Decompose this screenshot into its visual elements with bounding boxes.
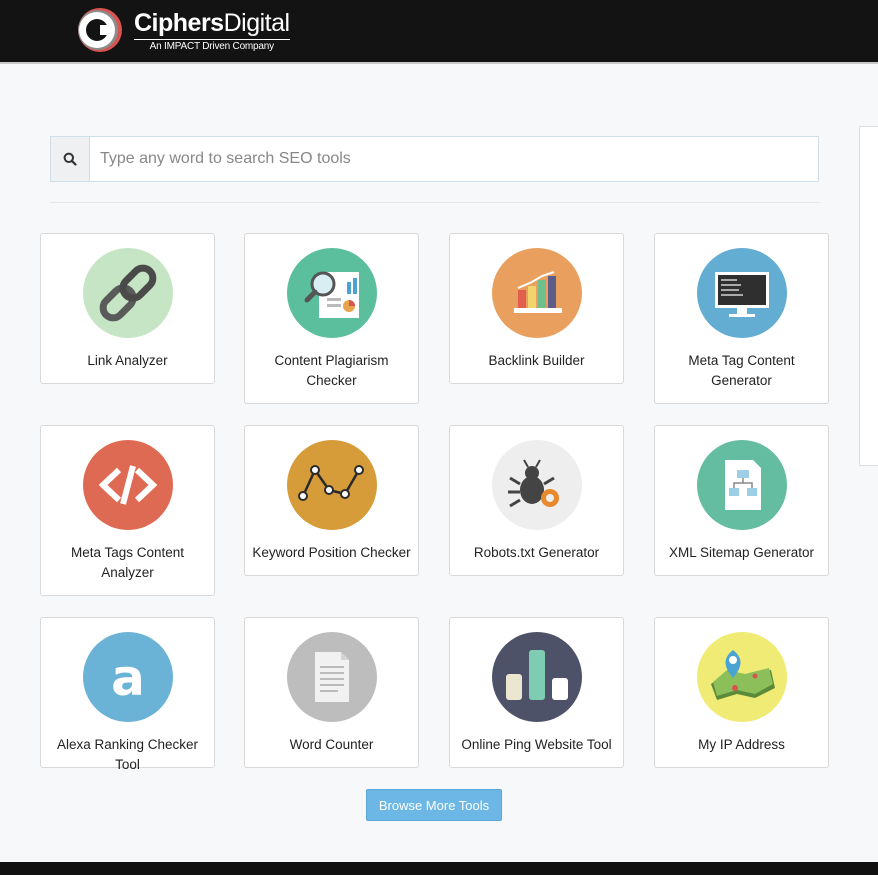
tool-card-xml-sitemap-generator[interactable]: XML Sitemap Generator xyxy=(654,425,829,576)
tool-search-bar xyxy=(50,136,819,182)
code-brackets-icon xyxy=(83,440,173,530)
tool-card-meta-tag-content-generator[interactable]: Meta Tag Content Generator xyxy=(654,233,829,404)
tool-label: Keyword Position Checker xyxy=(252,545,411,560)
tool-card-online-ping-website[interactable]: Online Ping Website Tool xyxy=(449,617,624,768)
tool-card-content-plagiarism-checker[interactable]: Content Plagiarism Checker xyxy=(244,233,419,404)
tool-label: My IP Address xyxy=(698,737,785,752)
tool-label: Robots.txt Generator xyxy=(473,545,600,560)
magnifier-report-icon xyxy=(287,248,377,338)
alexa-a-icon: a xyxy=(83,632,173,722)
side-panel xyxy=(859,126,878,466)
signal-bars-icon xyxy=(492,632,582,722)
tool-label: Content Plagiarism Checker xyxy=(274,353,389,388)
tool-card-word-counter[interactable]: Word Counter xyxy=(244,617,419,768)
tool-label: Link Analyzer xyxy=(87,353,168,368)
tool-card-my-ip-address[interactable]: My IP Address xyxy=(654,617,829,768)
sitemap-document-icon xyxy=(697,440,787,530)
map-pin-icon xyxy=(697,632,787,722)
tool-card-keyword-position-checker[interactable]: Keyword Position Checker xyxy=(244,425,419,576)
logo-mark-icon xyxy=(78,8,122,52)
divider xyxy=(50,202,820,203)
document-icon xyxy=(287,632,377,722)
monitor-code-icon xyxy=(697,248,787,338)
bug-wrench-icon xyxy=(492,440,582,530)
tool-card-link-analyzer[interactable]: Link Analyzer xyxy=(40,233,215,384)
logo-tagline: An IMPACT Driven Company xyxy=(134,38,290,52)
tool-label: Word Counter xyxy=(289,737,374,752)
tool-card-backlink-builder[interactable]: Backlink Builder xyxy=(449,233,624,384)
tool-card-robots-txt-generator[interactable]: Robots.txt Generator xyxy=(449,425,624,576)
search-icon xyxy=(63,152,77,166)
tool-label: Backlink Builder xyxy=(488,353,585,368)
tool-card-meta-tags-content-analyzer[interactable]: Meta Tags Content Analyzer xyxy=(40,425,215,596)
tool-label: Online Ping Website Tool xyxy=(461,737,612,752)
footer xyxy=(0,862,878,875)
chain-link-icon xyxy=(83,248,173,338)
ciphers-digital-logo[interactable]: CiphersDigital An IMPACT Driven Company xyxy=(76,6,290,54)
line-graph-icon xyxy=(287,440,377,530)
tool-label: Alexa Ranking Checker Tool xyxy=(56,737,199,772)
logo-name: CiphersDigital xyxy=(134,8,290,37)
tool-label: Meta Tag Content Generator xyxy=(688,353,795,388)
tool-card-alexa-ranking-checker[interactable]: a Alexa Ranking Checker Tool xyxy=(40,617,215,772)
top-navbar: CiphersDigital An IMPACT Driven Company xyxy=(0,0,878,64)
search-button[interactable] xyxy=(51,137,90,181)
tool-label: XML Sitemap Generator xyxy=(668,545,815,560)
browse-more-tools-button[interactable]: Browse More Tools xyxy=(366,789,502,821)
bar-chart-icon xyxy=(492,248,582,338)
search-input[interactable] xyxy=(90,137,818,181)
svg-text:a: a xyxy=(111,649,145,707)
tool-label: Meta Tags Content Analyzer xyxy=(70,545,185,580)
